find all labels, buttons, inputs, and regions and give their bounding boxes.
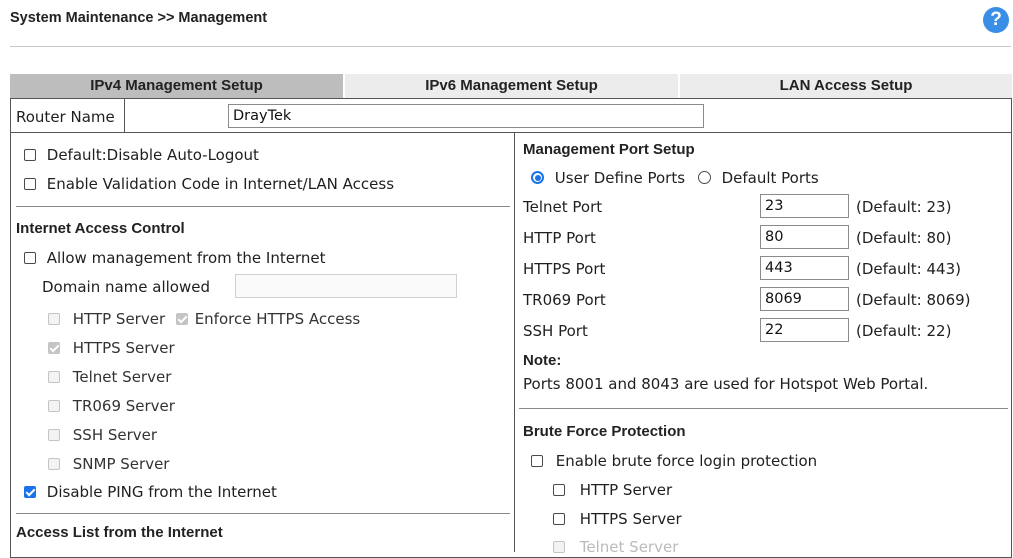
https-port-default: (Default: 443) bbox=[856, 260, 961, 278]
bf-telnet-label: Telnet Server bbox=[579, 538, 679, 556]
bf-https-row: HTTPS Server bbox=[553, 510, 682, 528]
bf-http-label: HTTP Server bbox=[579, 481, 673, 499]
disable-ping-checkbox[interactable] bbox=[24, 486, 36, 498]
https-port-input[interactable]: 443 bbox=[760, 256, 849, 280]
allow-mgmt-row: Allow management from the Internet bbox=[24, 249, 325, 267]
management-port-heading: Management Port Setup bbox=[523, 141, 695, 158]
bf-telnet-row: Telnet Server bbox=[553, 538, 678, 556]
tr069-port-label: TR069 Port bbox=[523, 291, 606, 309]
divider bbox=[10, 46, 1011, 47]
note-heading: Note: bbox=[523, 352, 562, 369]
http-server-checkbox[interactable] bbox=[48, 313, 60, 325]
divider bbox=[16, 206, 510, 207]
https-server-label: HTTPS Server bbox=[72, 339, 175, 357]
internet-access-control-heading: Internet Access Control bbox=[16, 220, 185, 237]
bf-telnet-checkbox[interactable] bbox=[553, 541, 565, 553]
brute-force-heading: Brute Force Protection bbox=[523, 423, 686, 440]
bf-http-row: HTTP Server bbox=[553, 481, 672, 499]
telnet-server-checkbox[interactable] bbox=[48, 371, 60, 383]
brute-force-enable-label: Enable brute force login protection bbox=[555, 452, 818, 470]
ssh-port-input[interactable]: 22 bbox=[760, 318, 849, 342]
telnet-port-label: Telnet Port bbox=[523, 198, 603, 216]
port-mode-row: User Define Ports Default Ports bbox=[531, 169, 819, 187]
router-name-input[interactable]: DrayTek bbox=[228, 104, 704, 128]
snmp-server-label: SNMP Server bbox=[72, 455, 170, 473]
http-port-label: HTTP Port bbox=[523, 229, 596, 247]
snmp-server-row: SNMP Server bbox=[48, 455, 169, 473]
access-list-heading: Access List from the Internet bbox=[16, 524, 223, 541]
ssh-server-row: SSH Server bbox=[48, 426, 157, 444]
allow-mgmt-checkbox[interactable] bbox=[24, 252, 36, 264]
tab-ipv6-management-setup[interactable]: IPv6 Management Setup bbox=[345, 74, 678, 98]
tr069-server-label: TR069 Server bbox=[72, 397, 175, 415]
auto-logout-label: Default:Disable Auto-Logout bbox=[46, 146, 259, 164]
enforce-https-checkbox[interactable] bbox=[175, 313, 188, 325]
tr069-port-input[interactable]: 8069 bbox=[760, 287, 849, 311]
default-ports-label: Default Ports bbox=[721, 169, 819, 187]
validation-code-row: Enable Validation Code in Internet/LAN A… bbox=[24, 175, 394, 193]
ssh-server-checkbox[interactable] bbox=[48, 429, 60, 441]
column-divider bbox=[514, 132, 515, 552]
bf-https-checkbox[interactable] bbox=[553, 513, 565, 525]
telnet-port-default: (Default: 23) bbox=[856, 198, 952, 216]
bf-http-checkbox[interactable] bbox=[553, 484, 565, 496]
http-port-input[interactable]: 80 bbox=[760, 225, 849, 249]
user-define-ports-label: User Define Ports bbox=[554, 169, 686, 187]
domain-name-input[interactable] bbox=[235, 274, 457, 298]
tr069-server-checkbox[interactable] bbox=[48, 400, 60, 412]
disable-ping-row: Disable PING from the Internet bbox=[24, 483, 277, 501]
router-name-label: Router Name bbox=[16, 108, 115, 126]
tab-lan-access-setup[interactable]: LAN Access Setup bbox=[680, 74, 1012, 98]
note-text: Ports 8001 and 8043 are used for Hotspot… bbox=[523, 375, 929, 393]
ssh-server-label: SSH Server bbox=[72, 426, 158, 444]
bf-https-label: HTTPS Server bbox=[579, 510, 682, 528]
domain-name-label: Domain name allowed bbox=[42, 278, 211, 296]
help-icon[interactable]: ? bbox=[983, 7, 1009, 33]
https-server-row: HTTPS Server bbox=[48, 339, 175, 357]
divider bbox=[124, 98, 125, 132]
divider bbox=[519, 408, 1008, 409]
validation-code-label: Enable Validation Code in Internet/LAN A… bbox=[46, 175, 395, 193]
http-port-default: (Default: 80) bbox=[856, 229, 952, 247]
divider bbox=[16, 513, 510, 514]
telnet-server-label: Telnet Server bbox=[72, 368, 172, 386]
validation-code-checkbox[interactable] bbox=[24, 178, 36, 190]
telnet-port-input[interactable]: 23 bbox=[760, 194, 849, 218]
tab-ipv4-management-setup[interactable]: IPv4 Management Setup bbox=[10, 74, 343, 98]
brute-force-enable-checkbox[interactable] bbox=[531, 455, 543, 467]
ssh-port-default: (Default: 22) bbox=[856, 322, 952, 340]
https-port-label: HTTPS Port bbox=[523, 260, 606, 278]
brute-force-enable-row: Enable brute force login protection bbox=[531, 452, 817, 470]
http-server-label: HTTP Server bbox=[72, 310, 166, 328]
ssh-port-label: SSH Port bbox=[523, 322, 588, 340]
tr069-port-default: (Default: 8069) bbox=[856, 291, 971, 309]
http-server-row: HTTP Server Enforce HTTPS Access bbox=[48, 310, 360, 328]
disable-ping-label: Disable PING from the Internet bbox=[46, 483, 277, 501]
tr069-server-row: TR069 Server bbox=[48, 397, 175, 415]
page-title: System Maintenance >> Management bbox=[10, 10, 268, 26]
telnet-server-row: Telnet Server bbox=[48, 368, 171, 386]
https-server-checkbox[interactable] bbox=[48, 342, 60, 354]
user-define-ports-radio[interactable] bbox=[531, 171, 544, 184]
enforce-https-label: Enforce HTTPS Access bbox=[194, 310, 361, 328]
snmp-server-checkbox[interactable] bbox=[48, 458, 60, 470]
default-ports-radio[interactable] bbox=[697, 171, 711, 184]
divider bbox=[10, 132, 1012, 133]
auto-logout-checkbox[interactable] bbox=[24, 149, 36, 161]
auto-logout-row: Default:Disable Auto-Logout bbox=[24, 146, 259, 164]
allow-mgmt-label: Allow management from the Internet bbox=[46, 249, 326, 267]
